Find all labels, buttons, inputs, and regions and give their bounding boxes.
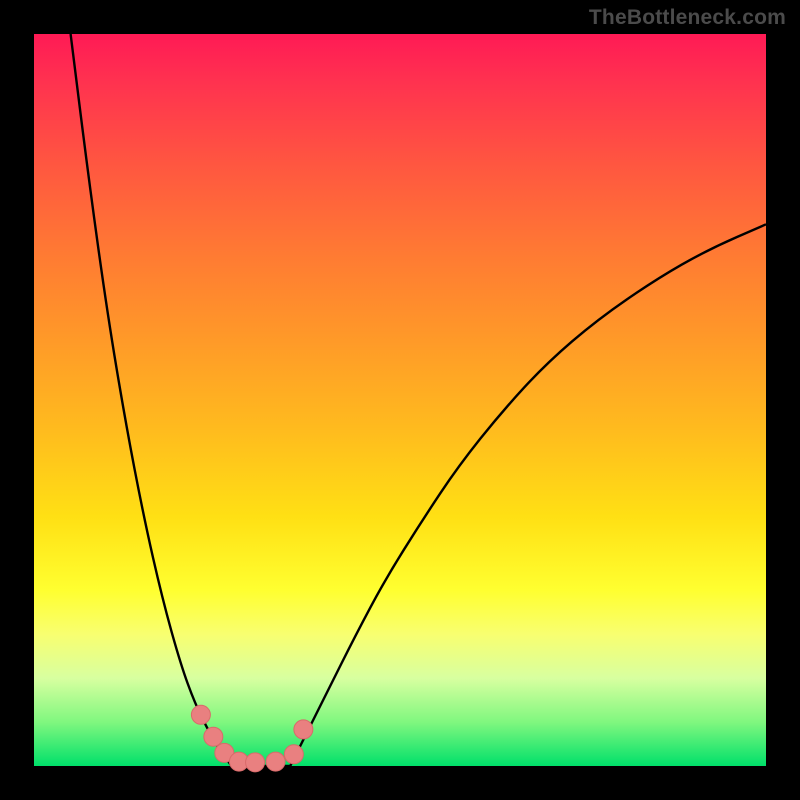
marker-dot [191, 705, 210, 724]
marker-dot [284, 745, 303, 764]
marker-dot [246, 753, 265, 772]
watermark-text: TheBottleneck.com [589, 6, 786, 30]
plot-area [34, 34, 766, 766]
highlight-markers [191, 705, 312, 772]
chart-svg [34, 34, 766, 766]
chart-frame: TheBottleneck.com [0, 0, 800, 800]
marker-dot [294, 720, 313, 739]
bottleneck-curve [71, 34, 766, 766]
marker-dot [266, 752, 285, 771]
marker-dot [204, 727, 223, 746]
